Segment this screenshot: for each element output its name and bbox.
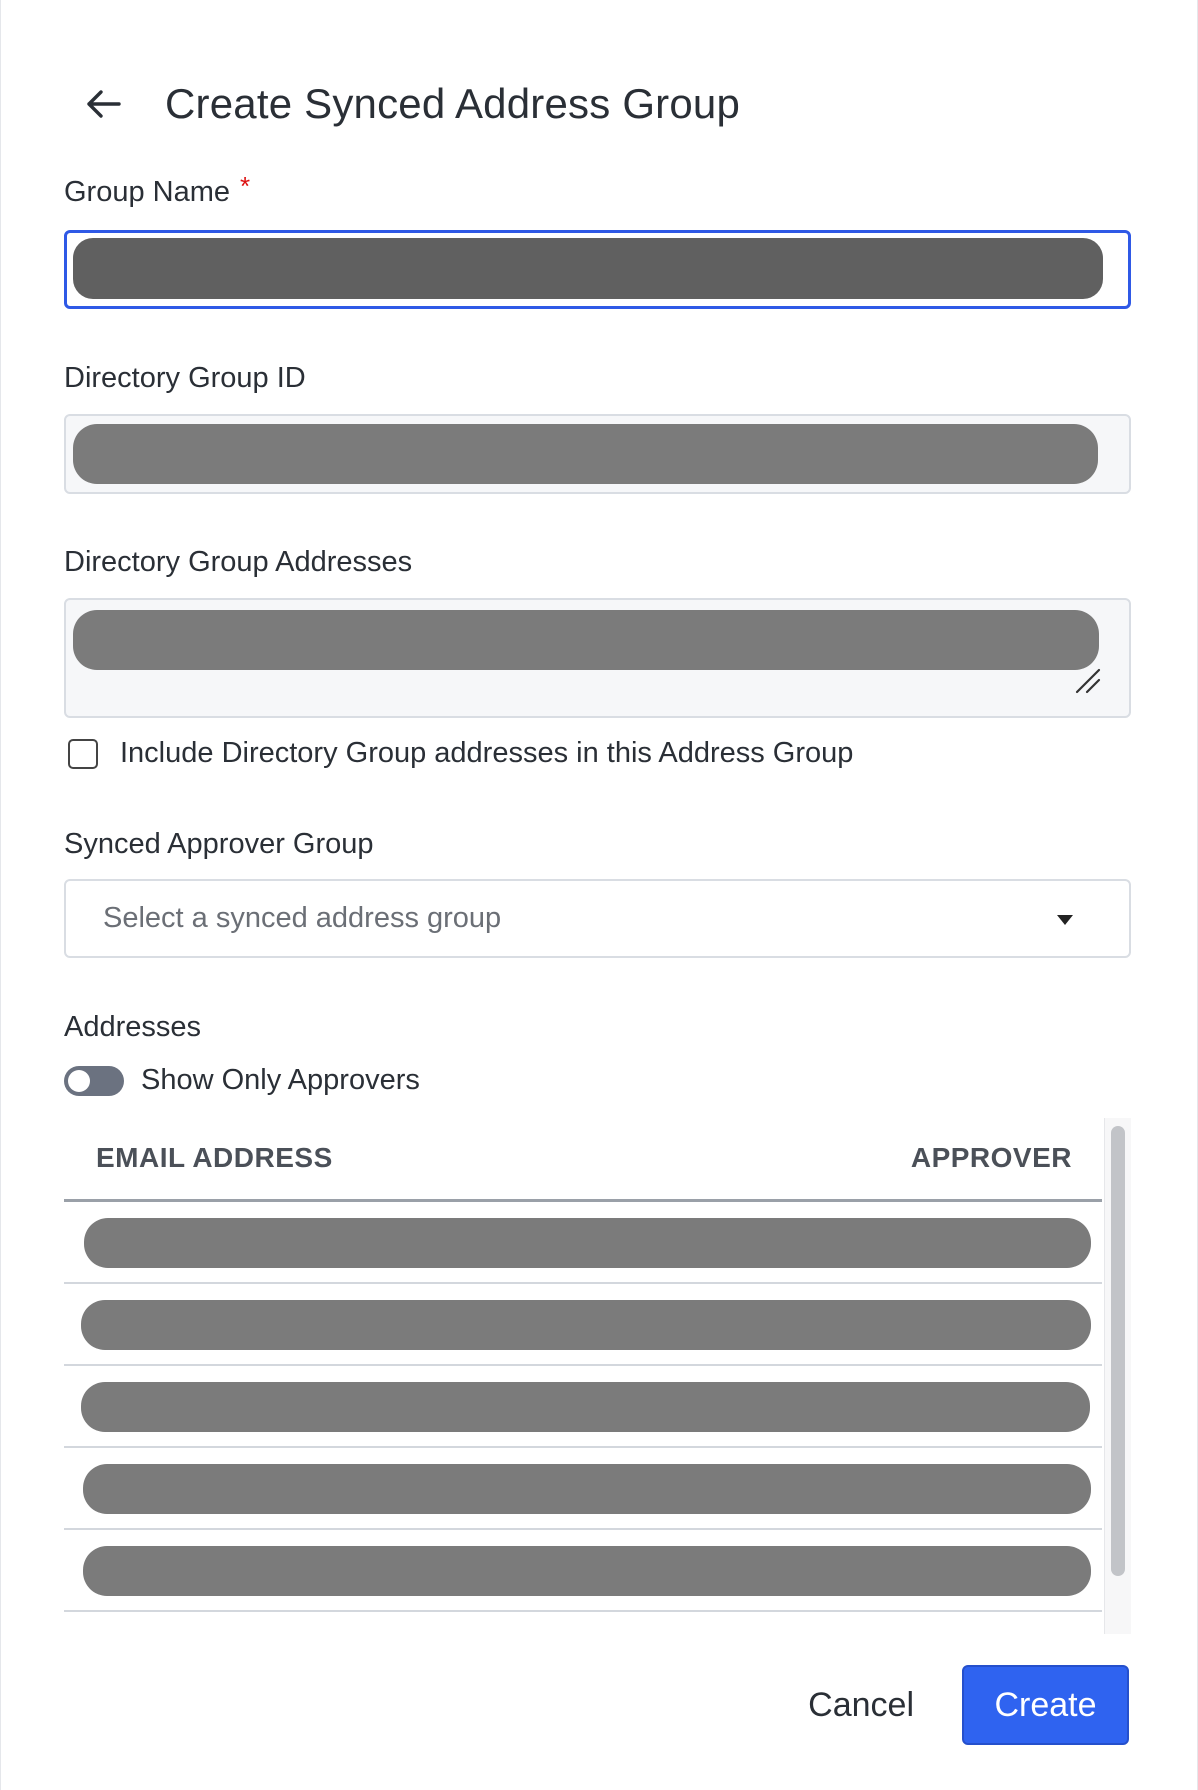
- column-header-approver[interactable]: APPROVER: [911, 1142, 1072, 1174]
- redacted-value: [83, 1464, 1091, 1514]
- caret-down-icon: [1057, 915, 1073, 925]
- synced-approver-group-label: Synced Approver Group: [64, 828, 374, 860]
- select-placeholder: Select a synced address group: [103, 902, 502, 934]
- directory-group-addresses-label: Directory Group Addresses: [64, 546, 413, 578]
- arrow-left-icon: [87, 90, 121, 118]
- redacted-value: [73, 238, 1103, 299]
- back-button[interactable]: [83, 84, 123, 124]
- table-scrollbar[interactable]: [1104, 1118, 1131, 1634]
- column-header-email[interactable]: EMAIL ADDRESS: [96, 1142, 333, 1174]
- group-name-label: Group Name *: [64, 171, 250, 209]
- show-only-approvers-label: Show Only Approvers: [141, 1064, 420, 1096]
- include-addresses-label: Include Directory Group addresses in thi…: [120, 737, 854, 769]
- toggle-knob: [68, 1069, 90, 1092]
- cancel-button[interactable]: Cancel: [808, 1686, 914, 1725]
- redacted-value: [81, 1382, 1090, 1432]
- redacted-value: [83, 1546, 1091, 1596]
- redacted-value: [84, 1218, 1091, 1268]
- show-only-approvers-toggle[interactable]: [64, 1065, 124, 1096]
- table-row[interactable]: [64, 1448, 1102, 1530]
- include-addresses-checkbox[interactable]: [68, 738, 98, 769]
- resize-handle-icon[interactable]: [1075, 668, 1101, 694]
- group-name-label-text: Group Name: [64, 176, 231, 208]
- directory-group-addresses-textarea[interactable]: [64, 598, 1131, 718]
- create-synced-address-group-panel: Create Synced Address Group Group Name * …: [0, 0, 1198, 1790]
- table-row[interactable]: [64, 1530, 1102, 1612]
- directory-group-id-label: Directory Group ID: [64, 362, 306, 394]
- create-button[interactable]: Create: [962, 1665, 1129, 1745]
- scrollbar-thumb[interactable]: [1111, 1126, 1125, 1576]
- show-only-approvers-row: Show Only Approvers: [64, 1064, 420, 1097]
- redacted-value: [73, 424, 1098, 484]
- addresses-label: Addresses: [64, 1011, 202, 1043]
- table-row[interactable]: [64, 1284, 1102, 1366]
- panel-footer: Cancel Create: [808, 1665, 1129, 1745]
- addresses-table: EMAIL ADDRESS APPROVER: [64, 1118, 1131, 1634]
- panel-header: Create Synced Address Group: [83, 76, 740, 132]
- table-row[interactable]: [64, 1202, 1102, 1284]
- include-addresses-row: Include Directory Group addresses in thi…: [68, 737, 853, 770]
- table-row[interactable]: [64, 1366, 1102, 1448]
- synced-approver-group-select[interactable]: Select a synced address group: [64, 879, 1131, 958]
- redacted-value: [73, 610, 1099, 670]
- group-name-input[interactable]: [64, 230, 1131, 309]
- redacted-value: [81, 1300, 1091, 1350]
- page-title: Create Synced Address Group: [165, 80, 741, 127]
- table-header: EMAIL ADDRESS APPROVER: [64, 1118, 1102, 1202]
- required-marker: *: [240, 171, 251, 201]
- directory-group-id-field: [64, 414, 1131, 494]
